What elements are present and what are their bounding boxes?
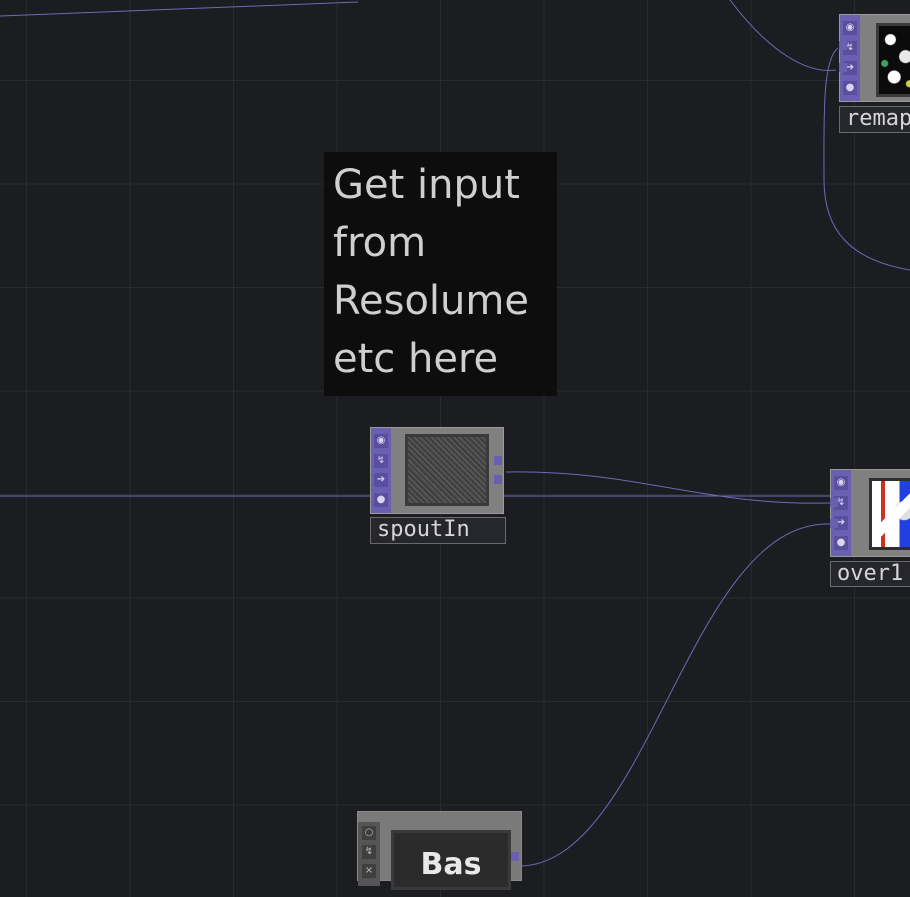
node-label[interactable]: spoutIn bbox=[370, 517, 506, 544]
node-bas-comp[interactable]: ○ ↯ × Bas bbox=[357, 811, 522, 890]
input-connector[interactable] bbox=[830, 498, 838, 507]
node-body[interactable]: ◉ ↯ ➔ ● bbox=[839, 14, 910, 102]
node-body[interactable]: ○ ↯ × Bas bbox=[357, 811, 522, 890]
output-connector[interactable] bbox=[494, 475, 502, 484]
viewer-icon[interactable]: ○ bbox=[362, 826, 376, 840]
node-flags: ◉ ↯ ➔ ● bbox=[371, 428, 391, 513]
node-remap[interactable]: ◉ ↯ ➔ ● remap bbox=[839, 14, 910, 133]
node-body[interactable]: ◉ ↯ ➔ ● bbox=[830, 469, 910, 557]
node-label[interactable]: over1 bbox=[830, 561, 910, 587]
node-preview bbox=[405, 434, 489, 506]
wire-top bbox=[729, 0, 837, 71]
viewer-icon[interactable]: ◉ bbox=[843, 21, 857, 35]
node-body[interactable]: ◉ ↯ ➔ ● bbox=[370, 427, 504, 514]
comment-line: Get input bbox=[333, 162, 520, 208]
node-preview: Bas bbox=[391, 830, 511, 890]
cook-icon[interactable]: ➔ bbox=[374, 473, 388, 488]
input-connector[interactable] bbox=[839, 41, 847, 50]
viewer-icon[interactable]: ◉ bbox=[834, 476, 848, 490]
bypass-icon[interactable]: ↯ bbox=[362, 845, 376, 859]
lock-icon[interactable]: ● bbox=[843, 81, 857, 95]
lock-icon[interactable]: ● bbox=[374, 493, 388, 508]
node-over[interactable]: ◉ ↯ ➔ ● over1 bbox=[830, 469, 910, 587]
output-connector[interactable] bbox=[511, 852, 519, 861]
node-flags: ◉ ↯ ➔ ● bbox=[840, 15, 860, 101]
close-icon[interactable]: × bbox=[362, 864, 376, 878]
node-preview bbox=[869, 478, 910, 550]
bypass-icon[interactable]: ↯ bbox=[374, 453, 388, 468]
comment-line: Resolume bbox=[333, 278, 529, 324]
node-preview bbox=[876, 23, 910, 97]
comment-box[interactable]: Get input from Resolume etc here bbox=[324, 152, 557, 396]
node-flags: ◉ ↯ ➔ ● bbox=[831, 470, 851, 556]
output-connector[interactable] bbox=[494, 456, 502, 465]
input-connector[interactable] bbox=[839, 63, 847, 72]
node-label[interactable]: remap bbox=[839, 106, 910, 133]
wire-spout-to-over bbox=[505, 471, 831, 504]
wire-bas-to-over bbox=[521, 523, 831, 867]
lock-icon[interactable]: ● bbox=[834, 536, 848, 550]
node-spout-in[interactable]: ◉ ↯ ➔ ● spoutIn bbox=[370, 427, 506, 545]
node-flags: ○ ↯ × bbox=[358, 822, 380, 886]
input-connector[interactable] bbox=[830, 519, 838, 528]
viewer-icon[interactable]: ◉ bbox=[374, 433, 388, 448]
comment-line: etc here bbox=[333, 336, 499, 382]
wire-top-left bbox=[0, 1, 359, 17]
comment-line: from bbox=[333, 220, 427, 266]
